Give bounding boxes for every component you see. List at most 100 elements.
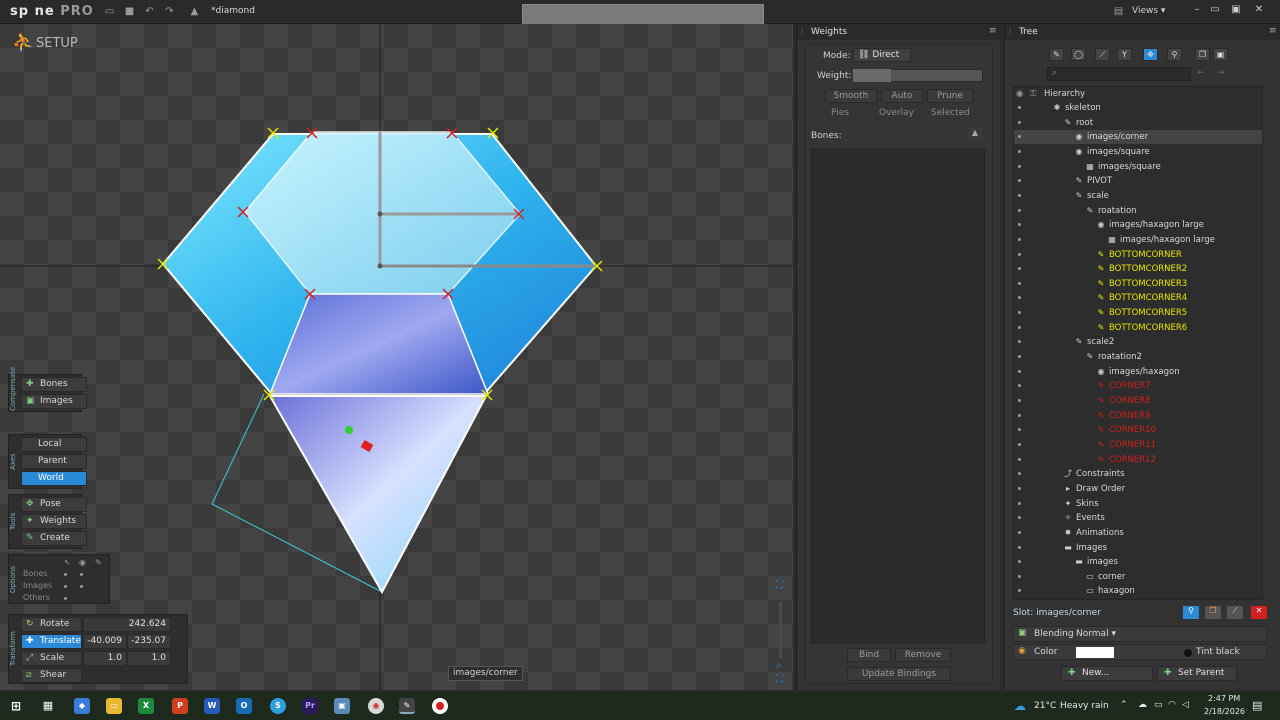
visibility-dot[interactable]: [1018, 281, 1021, 285]
filter-active-button[interactable]: ✥: [1143, 48, 1158, 61]
key-icon[interactable]: ⚿: [1030, 87, 1036, 101]
option-toggle[interactable]: [64, 585, 67, 588]
option-toggle[interactable]: [64, 573, 67, 576]
prune-button[interactable]: Prune: [927, 89, 973, 103]
slot-delete-icon[interactable]: ✕: [1251, 606, 1267, 619]
visibility-dot[interactable]: [1018, 530, 1021, 534]
visibility-dot[interactable]: [1018, 589, 1021, 593]
smooth-button[interactable]: Smooth: [825, 89, 877, 103]
axes-parent-button[interactable]: Parent: [21, 454, 87, 469]
clock-date[interactable]: 2/18/2026: [1204, 707, 1245, 716]
rotate-button[interactable]: ↻ Rotate: [21, 617, 82, 632]
slot-rename-icon[interactable]: ⟋: [1227, 606, 1243, 619]
visibility-dot[interactable]: [1018, 223, 1021, 227]
outlook-icon[interactable]: O: [236, 698, 252, 714]
visibility-eye-icon[interactable]: ◉: [79, 558, 86, 567]
grip-icon[interactable]: ⁝: [801, 27, 804, 36]
visibility-dot[interactable]: [1018, 164, 1021, 168]
tree-node[interactable]: ✱ skeleton: [1014, 101, 1262, 115]
tree-node[interactable]: ✎ CORNER9: [1014, 409, 1262, 423]
tree-node[interactable]: ▭ haxagon: [1014, 584, 1262, 598]
compensate-images-button[interactable]: ▣ Images: [21, 394, 87, 409]
tree-node[interactable]: ✎ CORNER8: [1014, 394, 1262, 408]
tree-node[interactable]: ✎ scale: [1014, 189, 1262, 203]
restore-button[interactable]: ▭: [1205, 3, 1225, 17]
tree-node[interactable]: ✎ CORNER12: [1014, 453, 1262, 467]
visibility-dot[interactable]: [1018, 399, 1021, 402]
filter-slots-button[interactable]: ◯: [1071, 48, 1086, 61]
tree-node[interactable]: ✎ BOTTOMCORNER3: [1014, 277, 1262, 291]
visibility-eye-icon[interactable]: ◉: [1016, 87, 1023, 101]
shear-button[interactable]: ⧄ Shear: [21, 668, 82, 683]
tree-node[interactable]: ▬ images: [1014, 555, 1262, 569]
new-button[interactable]: ✚ New...: [1061, 666, 1153, 681]
photos-icon[interactable]: ▣: [334, 698, 350, 714]
visibility-dot[interactable]: [1018, 193, 1021, 197]
file-explorer-icon[interactable]: ▭: [106, 698, 122, 714]
color-swatch[interactable]: [1076, 647, 1114, 658]
frame-icon[interactable]: ⛶: [776, 674, 783, 685]
views-menu[interactable]: Views ▾: [1132, 6, 1165, 16]
visibility-dot[interactable]: [1018, 355, 1021, 359]
viewport[interactable]: ⛹ SETUP Compensate ✚ Bones ▣ Images Axes L…: [0, 24, 793, 690]
visibility-dot[interactable]: [1018, 149, 1021, 153]
blending-dropdown[interactable]: Normal ▾: [1076, 629, 1116, 639]
weather-temp[interactable]: 21°C: [1034, 701, 1056, 711]
scale-button[interactable]: ⤢ Scale: [21, 651, 82, 666]
tree-node[interactable]: ✎ root: [1014, 116, 1262, 130]
tree-node[interactable]: ✎ BOTTOMCORNER4: [1014, 291, 1262, 305]
remove-button[interactable]: Remove: [895, 648, 951, 662]
paste-button[interactable]: ▣: [1213, 48, 1228, 61]
zoom-slider[interactable]: [779, 602, 782, 658]
visibility-dot[interactable]: [1018, 106, 1021, 109]
filter-constraints-button[interactable]: Y: [1117, 48, 1132, 61]
tree-hierarchy[interactable]: ◉ ⚿ Hierarchy ✱ skeleton ✎ root ◉ images/corn…: [1013, 86, 1263, 600]
visibility-dot[interactable]: [1018, 413, 1021, 417]
scale-y-value[interactable]: 1.0: [127, 651, 171, 666]
tree-node[interactable]: ✹ Animations: [1014, 526, 1262, 540]
tree-search-input[interactable]: ⌕: [1047, 67, 1191, 81]
visibility-dot[interactable]: [1018, 208, 1021, 212]
tree-node[interactable]: ⤴ Constraints: [1014, 467, 1262, 481]
slot-tool-icon[interactable]: ⚲: [1183, 606, 1199, 619]
rotate-value[interactable]: 242.624: [83, 617, 171, 632]
visibility-dot[interactable]: [1018, 179, 1021, 183]
filter-bones-button[interactable]: ✎: [1049, 48, 1064, 61]
copilot-icon[interactable]: ◆: [74, 698, 90, 714]
cloud-icon[interactable]: ☁: [1138, 700, 1147, 710]
visibility-dot[interactable]: [1018, 574, 1021, 578]
fit-view-icon[interactable]: ⛶: [776, 580, 783, 591]
pies-option[interactable]: Pies: [831, 108, 849, 118]
tree-node[interactable]: ✦ Skins: [1014, 497, 1262, 511]
tree-node[interactable]: ◉ images/corner: [1014, 130, 1262, 145]
visibility-dot[interactable]: [1018, 311, 1021, 315]
weights-tool-button[interactable]: ✦ Weights: [21, 514, 87, 529]
tree-node[interactable]: ✎ CORNER10: [1014, 423, 1262, 437]
visibility-dot[interactable]: [1018, 384, 1021, 388]
visibility-dot[interactable]: [1018, 486, 1021, 490]
redo-icon[interactable]: ↷: [164, 6, 175, 17]
visibility-dot[interactable]: [1018, 267, 1021, 271]
tree-node[interactable]: ◉ images/haxagon: [1014, 365, 1262, 379]
option-toggle[interactable]: [80, 573, 83, 576]
tree-node[interactable]: ✎ PIVOT: [1014, 174, 1262, 188]
tree-node[interactable]: ✎ roatation2: [1014, 350, 1262, 364]
tree-node[interactable]: ▬ Images: [1014, 541, 1262, 555]
option-toggle[interactable]: [64, 597, 67, 600]
display-icon[interactable]: ▭: [1154, 700, 1163, 710]
create-tool-button[interactable]: ✎ Create: [21, 531, 87, 546]
tree-node[interactable]: ◉ images/haxagon large: [1014, 218, 1262, 232]
visibility-dot[interactable]: [1018, 135, 1021, 139]
tree-node[interactable]: ✎ scale2: [1014, 335, 1262, 349]
scale-x-value[interactable]: 1.0: [83, 651, 127, 666]
set-parent-button[interactable]: ✚ Set Parent: [1157, 666, 1237, 681]
tree-node[interactable]: ✎ CORNER11: [1014, 438, 1262, 452]
visibility-dot[interactable]: [1018, 545, 1021, 549]
tree-node[interactable]: ✎ BOTTOMCORNER2: [1014, 262, 1262, 276]
visibility-dot[interactable]: [1018, 252, 1021, 256]
minimize-button[interactable]: –: [1187, 3, 1207, 17]
recorder-icon[interactable]: [432, 698, 448, 714]
clock-time[interactable]: 2:47 PM: [1208, 694, 1240, 703]
visibility-dot[interactable]: [1018, 516, 1021, 520]
select-icon[interactable]: ↖: [64, 558, 71, 567]
